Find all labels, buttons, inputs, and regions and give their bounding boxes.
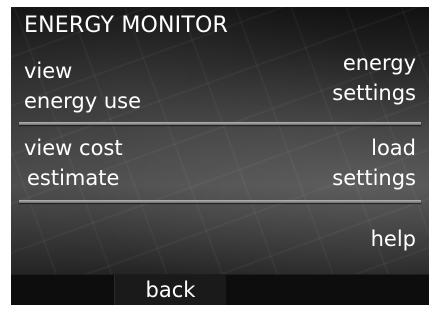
softkey-left[interactable] <box>11 275 114 305</box>
view-cost-estimate-label-line1: view cost <box>24 136 123 160</box>
softkey-bar: back <box>11 274 429 305</box>
menu-divider-1 <box>19 122 421 125</box>
view-energy-use-label-line2: energy use <box>24 89 142 113</box>
load-settings-button[interactable]: load settings <box>332 133 416 193</box>
menu-divider-2 <box>19 200 421 203</box>
energy-settings-button[interactable]: energy settings <box>332 48 416 108</box>
help-button[interactable]: help <box>371 224 416 254</box>
load-settings-label-line2: settings <box>332 166 416 190</box>
energy-settings-label-line1: energy <box>342 51 416 75</box>
view-energy-use-button[interactable]: view energy use <box>24 56 141 116</box>
energy-settings-label-line2: settings <box>332 81 416 105</box>
help-label: help <box>370 227 416 251</box>
page-title: ENERGY MONITOR <box>24 13 229 38</box>
energy-monitor-screen: ENERGY MONITOR view energy use energy se… <box>11 7 429 305</box>
load-settings-label-line1: load <box>371 136 416 160</box>
back-label: back <box>145 278 196 302</box>
view-energy-use-label-line1: view <box>24 59 73 83</box>
softkey-right[interactable] <box>226 275 429 305</box>
view-cost-estimate-label-line2: estimate <box>27 166 120 190</box>
back-button[interactable]: back <box>114 275 227 305</box>
view-cost-estimate-button[interactable]: view cost estimate <box>24 133 123 193</box>
